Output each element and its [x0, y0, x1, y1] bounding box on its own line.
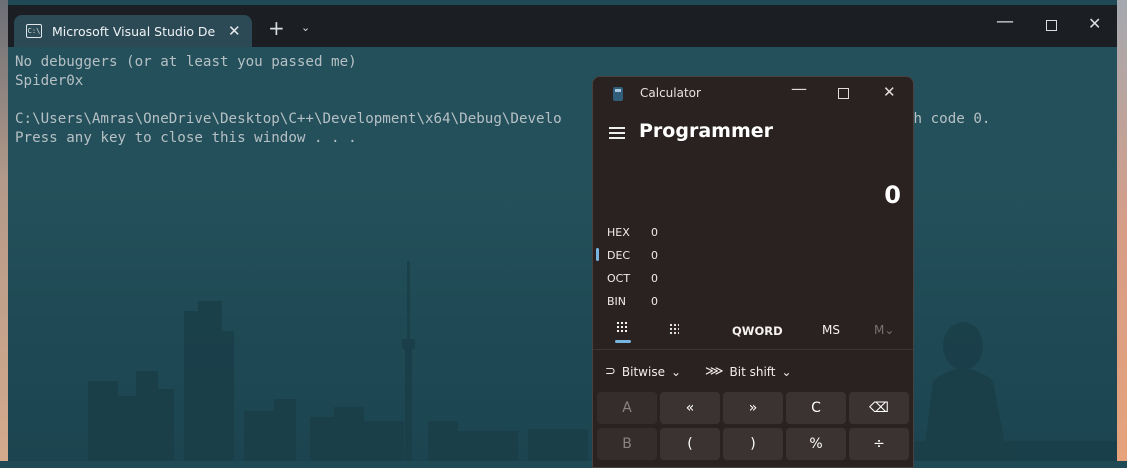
radix-hex-label[interactable]: HEX — [607, 226, 630, 239]
radix-oct-label[interactable]: OCT — [607, 272, 630, 285]
memory-store-button[interactable]: MS — [822, 323, 840, 337]
calc-maximize-button[interactable] — [838, 88, 849, 99]
bitshift-dropdown[interactable]: ⋙ Bit shift ⌄ — [705, 364, 792, 379]
console-line: Spider0x — [15, 73, 84, 89]
radix-oct-value: 0 — [651, 272, 658, 285]
bitwise-dropdown[interactable]: ⊃ Bitwise ⌄ — [605, 364, 681, 379]
console-line-tail: th code 0. — [905, 110, 990, 129]
console-icon: C:\ — [26, 24, 42, 38]
terminal-window: C:\ Microsoft Visual Studio Debug ✕ + ⌄ … — [8, 5, 1117, 461]
word-size-button[interactable]: QWORD — [732, 324, 783, 338]
tab-title: Microsoft Visual Studio Debug — [52, 23, 216, 39]
minimize-button[interactable]: — — [996, 11, 1014, 32]
terminal-tab[interactable]: C:\ Microsoft Visual Studio Debug ✕ — [14, 15, 252, 47]
bitshift-label: Bit shift — [729, 364, 776, 379]
backspace-icon[interactable]: ⌫ — [849, 392, 909, 424]
close-button[interactable]: ✕ — [1088, 14, 1101, 33]
console-line: No debuggers (or at least you passed me) — [15, 54, 357, 70]
radix-bin-value: 0 — [651, 295, 658, 308]
bitwise-label: Bitwise — [621, 364, 665, 379]
key-a[interactable]: A — [597, 392, 657, 424]
radix-dec-label[interactable]: DEC — [607, 249, 630, 262]
calculator-app-icon — [613, 87, 623, 101]
console-line: Press any key to close this window . . . — [15, 130, 357, 146]
hamburger-menu-icon[interactable] — [609, 127, 625, 142]
bitshift-icon: ⋙ — [705, 364, 724, 379]
toolbar-divider — [593, 349, 913, 350]
key-divide[interactable]: ÷ — [849, 428, 909, 460]
maximize-button[interactable] — [1046, 20, 1057, 31]
console-output: No debuggers (or at least you passed me)… — [15, 53, 562, 148]
memory-list-button[interactable]: M⌄ — [874, 323, 894, 337]
chevron-down-icon: ⌄ — [781, 364, 792, 379]
new-tab-button[interactable]: + — [268, 18, 285, 38]
selected-radix-indicator — [596, 248, 599, 261]
result-display: 0 — [884, 181, 901, 209]
key-open-paren[interactable]: ( — [660, 428, 720, 460]
tab-dropdown-chevron-icon[interactable]: ⌄ — [301, 21, 310, 34]
calc-close-button[interactable]: ✕ — [883, 83, 896, 101]
keypad-selected-underline — [615, 340, 631, 343]
calculator-window: Calculator — ✕ Programmer 0 HEX 0 DEC 0 … — [592, 76, 914, 468]
mode-title: Programmer — [639, 120, 773, 142]
console-line: C:\Users\Amras\OneDrive\Desktop\C++\Deve… — [15, 111, 562, 127]
calc-minimize-button[interactable]: — — [791, 79, 807, 98]
desktop-wallpaper-right — [1117, 0, 1127, 461]
key-close-paren[interactable]: ) — [723, 428, 783, 460]
key-b[interactable]: B — [597, 428, 657, 460]
radix-bin-label[interactable]: BIN — [607, 295, 626, 308]
tab-close-icon[interactable]: ✕ — [228, 22, 241, 40]
key-rotate-left[interactable]: « — [660, 392, 720, 424]
skyline-background — [88, 261, 1117, 461]
radix-dec-value: 0 — [651, 249, 658, 262]
bitwise-gate-icon: ⊃ — [605, 364, 616, 379]
bit-toggling-keypad-icon[interactable] — [669, 323, 679, 335]
desktop-wallpaper-left — [0, 0, 8, 461]
full-keypad-icon[interactable] — [616, 321, 628, 333]
calculator-title: Calculator — [640, 86, 701, 100]
chevron-down-icon: ⌄ — [670, 364, 682, 379]
radix-hex-value: 0 — [651, 226, 658, 239]
key-clear[interactable]: C — [786, 392, 846, 424]
console-line-suffix: th code 0. — [905, 111, 991, 127]
key-rotate-right[interactable]: » — [723, 392, 783, 424]
key-modulo[interactable]: % — [786, 428, 846, 460]
